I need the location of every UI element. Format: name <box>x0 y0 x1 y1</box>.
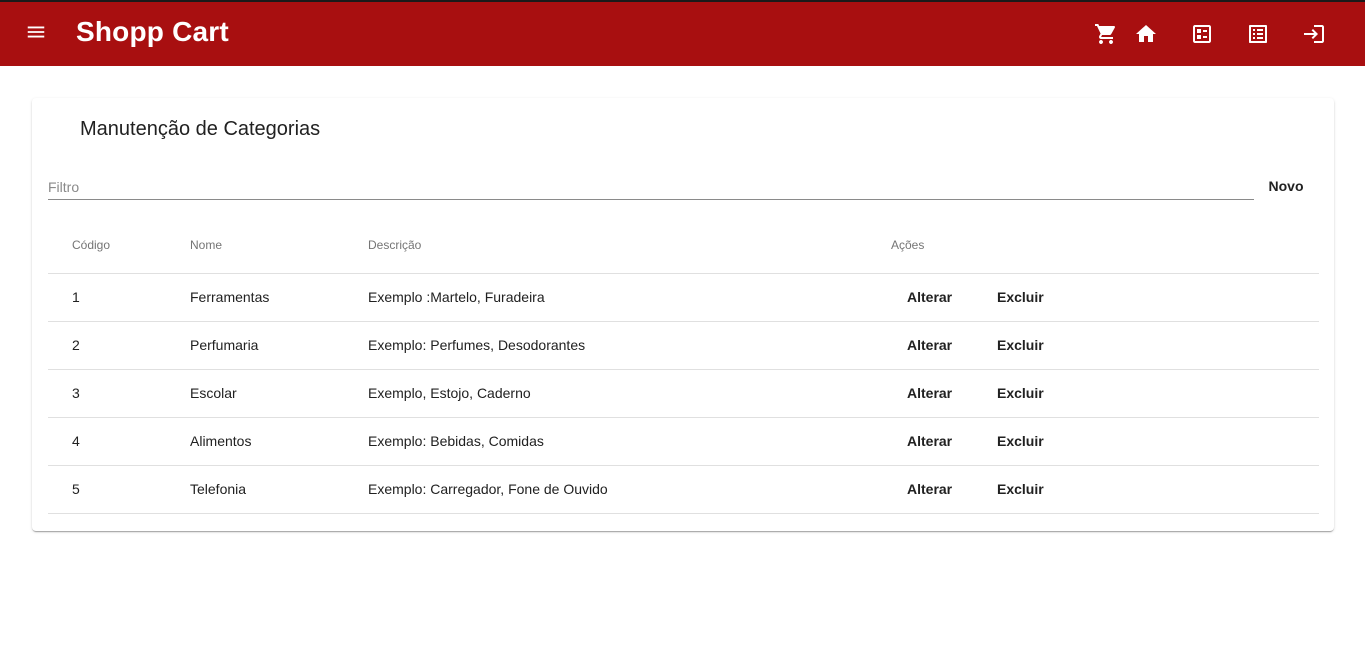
cart-icon[interactable] <box>1093 21 1119 47</box>
table-row: 2 Perfumaria Exemplo: Perfumes, Desodora… <box>48 322 1319 370</box>
delete-button[interactable]: Excluir <box>997 289 1044 305</box>
list-alt-icon[interactable] <box>1189 21 1215 47</box>
delete-button[interactable]: Excluir <box>997 481 1044 497</box>
top-toolbar: Shopp Cart <box>0 0 1365 66</box>
categories-table: Código Nome Descrição Ações 1 Ferramenta… <box>48 226 1319 514</box>
filter-input[interactable] <box>48 176 1254 198</box>
edit-button[interactable]: Alterar <box>907 385 952 401</box>
list-icon[interactable] <box>1245 21 1271 47</box>
cell-descricao: Exemplo: Carregador, Fone de Ouvido <box>368 481 608 497</box>
delete-button[interactable]: Excluir <box>997 337 1044 353</box>
edit-button[interactable]: Alterar <box>907 433 952 449</box>
table-header: Código Nome Descrição Ações <box>48 226 1319 274</box>
delete-button[interactable]: Excluir <box>997 385 1044 401</box>
cell-nome: Ferramentas <box>190 289 270 305</box>
new-button[interactable]: Novo <box>1262 178 1310 200</box>
home-icon[interactable] <box>1133 21 1159 47</box>
filter-field <box>48 176 1254 200</box>
cell-codigo: 1 <box>72 289 80 305</box>
cell-codigo: 3 <box>72 385 80 401</box>
cell-codigo: 2 <box>72 337 80 353</box>
menu-icon[interactable] <box>22 18 50 46</box>
header-codigo[interactable]: Código <box>72 238 110 252</box>
table-row: 1 Ferramentas Exemplo :Martelo, Furadeir… <box>48 274 1319 322</box>
cell-descricao: Exemplo: Perfumes, Desodorantes <box>368 337 586 353</box>
cell-descricao: Exemplo: Bebidas, Comidas <box>368 433 544 449</box>
cell-descricao: Exemplo :Martelo, Furadeira <box>368 289 545 305</box>
cell-codigo: 5 <box>72 481 80 497</box>
login-icon[interactable] <box>1301 21 1327 47</box>
edit-button[interactable]: Alterar <box>907 289 952 305</box>
categories-card: Manutenção de Categorias Novo Código Nom… <box>32 98 1334 531</box>
cell-descricao: Exemplo, Estojo, Caderno <box>368 385 531 401</box>
table-row: 3 Escolar Exemplo, Estojo, Caderno Alter… <box>48 370 1319 418</box>
header-acoes: Ações <box>891 238 925 252</box>
delete-button[interactable]: Excluir <box>997 433 1044 449</box>
page-title: Manutenção de Categorias <box>80 118 321 140</box>
header-nome[interactable]: Nome <box>190 238 222 252</box>
table-row: 5 Telefonia Exemplo: Carregador, Fone de… <box>48 466 1319 514</box>
edit-button[interactable]: Alterar <box>907 337 952 353</box>
cell-nome: Escolar <box>190 385 237 401</box>
header-descricao[interactable]: Descrição <box>368 238 421 252</box>
cell-codigo: 4 <box>72 433 80 449</box>
edit-button[interactable]: Alterar <box>907 481 952 497</box>
app-title: Shopp Cart <box>76 16 229 47</box>
cell-nome: Telefonia <box>190 481 247 497</box>
table-row: 4 Alimentos Exemplo: Bebidas, Comidas Al… <box>48 418 1319 466</box>
cell-nome: Alimentos <box>190 433 252 449</box>
cell-nome: Perfumaria <box>190 337 259 353</box>
